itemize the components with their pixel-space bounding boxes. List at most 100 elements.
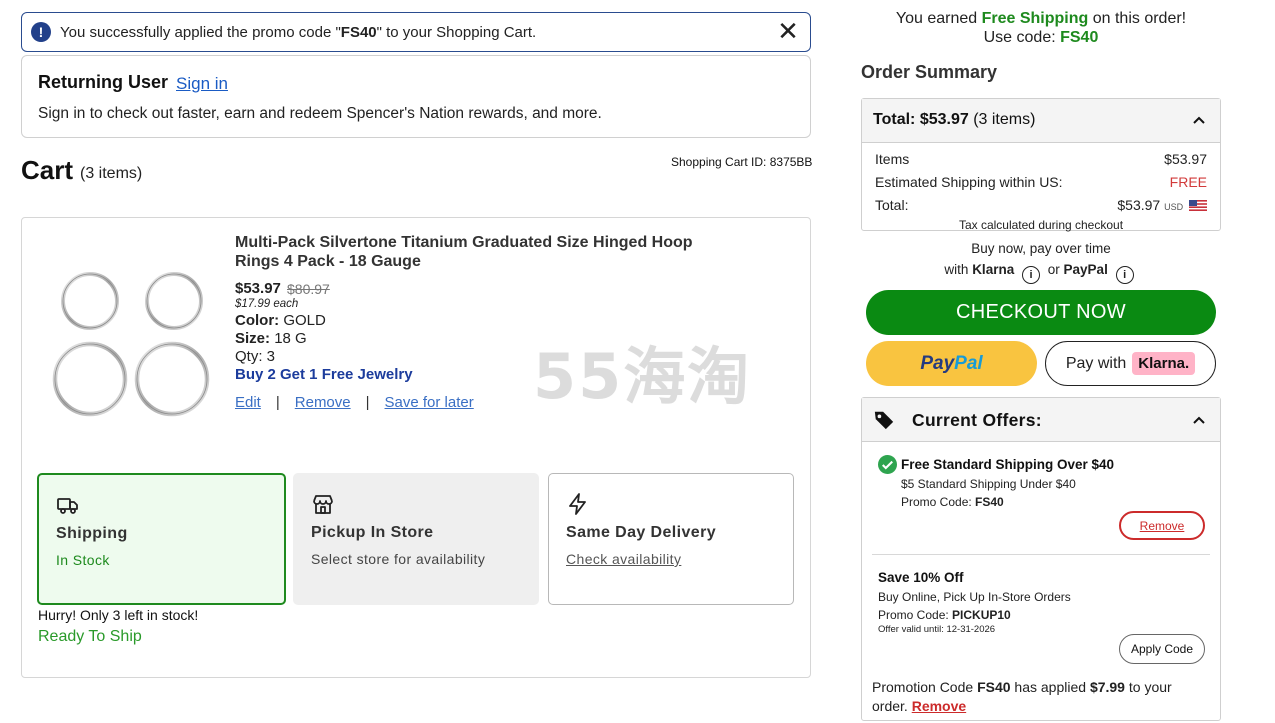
order-summary-title: Order Summary bbox=[861, 62, 998, 82]
returning-user-title: Returning User bbox=[38, 72, 169, 92]
offer-description: Buy Online, Pick Up In-Store Orders bbox=[878, 590, 1071, 604]
promotion-applied-note: Promotion Code FS40 has applied $7.99 to… bbox=[872, 678, 1202, 716]
pay-later-line: Buy now, pay over time bbox=[971, 241, 1111, 256]
tag-icon bbox=[874, 411, 894, 430]
order-summary-header[interactable]: Total: $53.97 (3 items) bbox=[862, 99, 1220, 143]
product-price: $53.97 bbox=[235, 280, 281, 297]
pay-later-or: or bbox=[1047, 262, 1060, 277]
low-stock-warning: Hurry! Only 3 left in stock! bbox=[38, 607, 199, 623]
remove-item-link[interactable]: Remove bbox=[295, 394, 351, 411]
paypal-label: PayPal bbox=[1063, 262, 1108, 277]
pickup-in-store-option[interactable]: Pickup In Store Select store for availab… bbox=[293, 473, 539, 605]
current-offers-header[interactable]: Current Offers: bbox=[862, 398, 1220, 442]
checkout-now-button[interactable]: CHECKOUT NOW bbox=[866, 290, 1216, 335]
promo-code-label: Promo Code: bbox=[901, 495, 976, 509]
size-value: 18 G bbox=[274, 330, 307, 347]
product-image[interactable] bbox=[50, 265, 220, 425]
pay-over-time-note: Buy now, pay over time with Klarna i or … bbox=[861, 238, 1221, 284]
alert-message: You successfully applied the promo code … bbox=[60, 24, 536, 41]
offer-title: Free Standard Shipping Over $40 bbox=[901, 457, 1115, 472]
earned-code: FS40 bbox=[1060, 29, 1099, 46]
earned-prefix: You earned bbox=[895, 10, 982, 27]
offer-promo-code: Promo Code: PICKUP10 bbox=[878, 608, 1011, 622]
action-separator: | bbox=[365, 394, 370, 411]
summary-row-label: Items bbox=[875, 151, 910, 167]
applied-amount: $7.99 bbox=[1089, 679, 1125, 695]
apply-code-button[interactable]: Apply Code bbox=[1119, 634, 1205, 664]
info-icon[interactable]: i bbox=[1115, 266, 1134, 284]
promo-code-value: PICKUP10 bbox=[952, 608, 1011, 622]
shipping-option[interactable]: Shipping In Stock bbox=[37, 473, 286, 605]
check-availability-link[interactable]: Check availability bbox=[566, 551, 681, 567]
summary-total-value: $53.97 bbox=[919, 111, 969, 128]
offer-title: Save 10% Off bbox=[878, 570, 964, 585]
product-size: Size: 18 G bbox=[235, 330, 307, 347]
klarna-logo: Klarna. bbox=[1132, 352, 1196, 375]
cart-item-count: (3 items) bbox=[80, 165, 143, 182]
product-name[interactable]: Multi-Pack Silvertone Titanium Graduated… bbox=[235, 233, 725, 271]
product-quantity: Qty: 3 bbox=[235, 348, 276, 365]
summary-row-shipping: Estimated Shipping within US: FREE bbox=[875, 174, 1207, 190]
remove-offer-button[interactable]: Remove bbox=[1119, 511, 1205, 540]
current-offers-panel: Current Offers: Free Standard Shipping O… bbox=[861, 397, 1221, 721]
promo-code-value: FS40 bbox=[975, 495, 1004, 509]
store-icon bbox=[313, 495, 333, 514]
product-unit-price: $17.99 each bbox=[235, 298, 299, 310]
same-day-title: Same Day Delivery bbox=[566, 524, 717, 541]
applied-middle: has applied bbox=[1010, 679, 1090, 695]
summary-total-items: (3 items) bbox=[973, 111, 1036, 128]
paypal-button[interactable]: Pay Pal bbox=[866, 341, 1037, 386]
summary-total-label: Total: bbox=[873, 111, 916, 128]
summary-row-value: $53.97 bbox=[1164, 151, 1207, 167]
tax-note: Tax calculated during checkout bbox=[958, 218, 1124, 232]
summary-row-value: FREE bbox=[1169, 174, 1207, 190]
summary-row-label: Total: bbox=[875, 197, 909, 213]
summary-row-value: $53.97 bbox=[1117, 197, 1161, 213]
klarna-label: Klarna bbox=[972, 262, 1015, 277]
pay-with-label: Pay with bbox=[1065, 354, 1127, 372]
alert-message-prefix: You successfully applied the promo code … bbox=[60, 23, 341, 41]
pickup-title: Pickup In Store bbox=[311, 524, 434, 541]
color-label: Color: bbox=[235, 312, 280, 329]
summary-total-heading: Total: $53.97 (3 items) bbox=[873, 111, 1035, 129]
summary-row-items: Items $53.97 bbox=[875, 151, 1207, 167]
promo-code-label: Promo Code: bbox=[878, 608, 953, 622]
offer-valid-until: Offer valid until: 12-31-2026 bbox=[878, 624, 996, 635]
item-promo-label[interactable]: Buy 2 Get 1 Free Jewelry bbox=[235, 366, 413, 383]
alert-message-suffix: " to your Shopping Cart. bbox=[376, 23, 537, 41]
info-icon[interactable]: i bbox=[1021, 266, 1040, 284]
info-icon: ! bbox=[31, 22, 51, 42]
us-flag-icon bbox=[1189, 200, 1207, 211]
order-summary-panel: Total: $53.97 (3 items) Items $53.97 Est… bbox=[861, 98, 1221, 232]
product-color: Color: GOLD bbox=[235, 312, 326, 329]
summary-row-label: Estimated Shipping within US: bbox=[875, 174, 1063, 190]
earned-highlight: Free Shipping bbox=[981, 10, 1089, 27]
edit-item-link[interactable]: Edit bbox=[235, 394, 261, 411]
item-actions: Edit | Remove | Save for later bbox=[235, 394, 474, 411]
alert-promo-code: FS40 bbox=[340, 23, 377, 41]
earned-suffix: on this order! bbox=[1088, 10, 1187, 27]
same-day-delivery-option[interactable]: Same Day Delivery Check availability bbox=[548, 473, 794, 605]
save-for-later-link[interactable]: Save for later bbox=[385, 394, 474, 411]
pay-later-with: with bbox=[944, 262, 969, 277]
currency-code: USD bbox=[1164, 202, 1184, 212]
product-original-price: $80.97 bbox=[287, 281, 330, 297]
close-icon[interactable]: ✕ bbox=[776, 18, 800, 44]
returning-user-panel: Returning User Sign in Sign in to check … bbox=[21, 55, 811, 138]
paypal-logo-part: Pal bbox=[954, 352, 983, 374]
applied-code: FS40 bbox=[977, 679, 1011, 695]
offer-divider bbox=[872, 554, 1210, 555]
returning-user-description: Sign in to check out faster, earn and re… bbox=[38, 105, 602, 122]
remove-promotion-link[interactable]: Remove bbox=[912, 698, 966, 714]
chevron-up-icon[interactable] bbox=[1192, 113, 1206, 127]
current-offers-title: Current Offers: bbox=[912, 410, 1042, 430]
pay-with-klarna-button[interactable]: Pay with Klarna. bbox=[1045, 341, 1216, 386]
offer-description: $5 Standard Shipping Under $40 bbox=[901, 477, 1076, 491]
paypal-logo-part: Pay bbox=[920, 352, 955, 374]
chevron-up-icon[interactable] bbox=[1192, 413, 1206, 427]
sign-in-link[interactable]: Sign in bbox=[176, 74, 228, 94]
check-circle-icon bbox=[878, 455, 897, 474]
pickup-status: Select store for availability bbox=[311, 551, 486, 567]
action-separator: | bbox=[275, 394, 280, 411]
applied-prefix: Promotion Code bbox=[872, 679, 978, 695]
